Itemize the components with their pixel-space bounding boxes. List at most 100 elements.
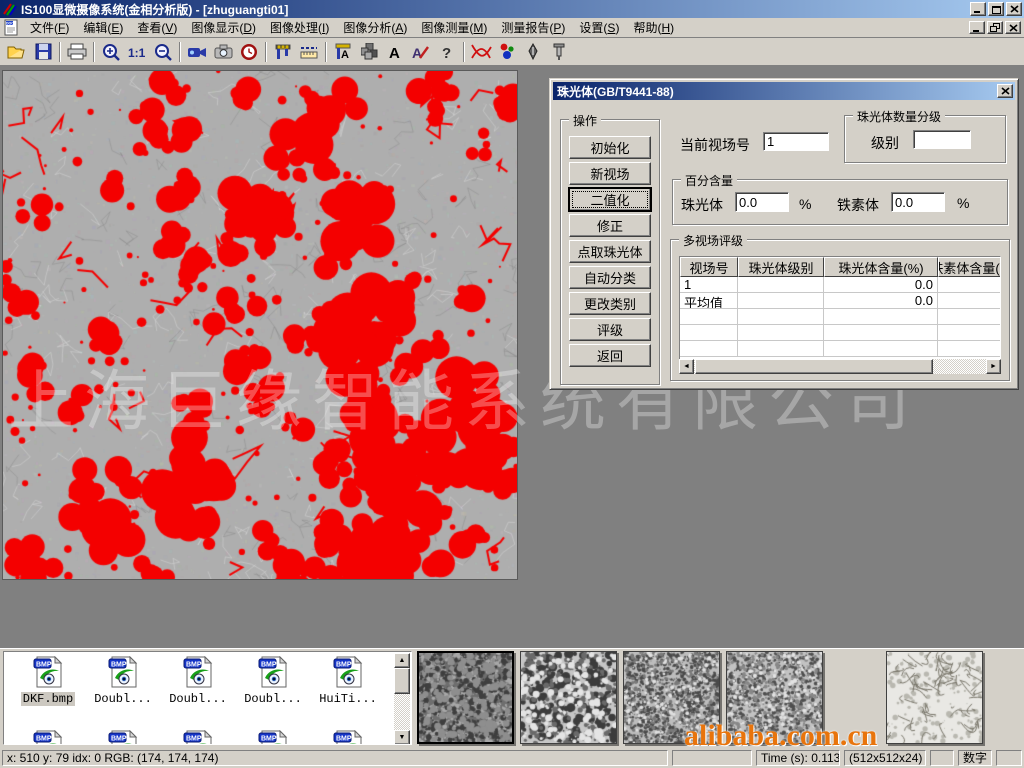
operation-buttons: 初始化 新视场 二值化 修正 点取珠光体 自动分类 更改类别 评级 返回 xyxy=(569,136,651,367)
help-button[interactable]: ? xyxy=(434,40,460,64)
pen-tool-button[interactable] xyxy=(520,40,546,64)
change-category-button[interactable]: 更改类别 xyxy=(569,292,651,315)
file-name[interactable]: Doubl... xyxy=(92,692,154,706)
particle-count-button[interactable] xyxy=(494,40,520,64)
col-pearlite-grade[interactable]: 珠光体级别 xyxy=(738,257,824,277)
caliper-icon xyxy=(274,43,292,61)
file-name[interactable]: DKF.bmp xyxy=(21,692,75,706)
mdi-close-button[interactable] xyxy=(1005,21,1021,34)
timer-button[interactable] xyxy=(236,40,262,64)
thumbnail-5[interactable] xyxy=(886,651,983,744)
table-row-empty xyxy=(680,309,1000,325)
video-capture-button[interactable] xyxy=(184,40,210,64)
save-button[interactable] xyxy=(30,40,56,64)
table-row[interactable]: 平均值 0.0 xyxy=(680,293,1000,309)
file-item-partial[interactable]: BMP xyxy=(12,730,84,745)
maximize-button[interactable] xyxy=(988,2,1004,16)
scrollbar-thumb[interactable] xyxy=(394,668,410,694)
bmp-file-icon: BMP xyxy=(31,656,65,688)
file-item-partial[interactable]: BMP xyxy=(237,730,309,745)
mdi-restore-button[interactable] xyxy=(987,21,1003,34)
menu-file[interactable]: 文件(F) xyxy=(23,17,76,38)
rate-button[interactable]: 评级 xyxy=(569,318,651,341)
correct-button[interactable]: 修正 xyxy=(569,214,651,237)
actual-size-button[interactable]: 1:1 xyxy=(124,40,150,64)
menu-settings[interactable]: 设置(S) xyxy=(572,17,626,38)
specimen-image[interactable] xyxy=(2,70,518,580)
file-item[interactable]: BMP Doubl... xyxy=(162,656,234,706)
ferrite-label: 铁素体 xyxy=(837,195,879,215)
toolbar-separator xyxy=(179,42,181,62)
zoom-in-button[interactable] xyxy=(98,40,124,64)
photo-capture-button[interactable] xyxy=(210,40,236,64)
open-button[interactable] xyxy=(4,40,30,64)
menu-image-measure[interactable]: 图像测量(M) xyxy=(414,17,494,38)
scroll-left-button[interactable]: ◄ xyxy=(679,359,694,374)
thumbnail-1[interactable] xyxy=(417,651,514,744)
table-row[interactable]: 1 0.0 xyxy=(680,277,1000,293)
toolbar-separator xyxy=(463,42,465,62)
file-item-partial[interactable]: BMP xyxy=(162,730,234,745)
table-horizontal-scrollbar[interactable]: ◄ ► xyxy=(679,359,1001,374)
pearlite-percent-input[interactable] xyxy=(735,192,789,212)
print-button[interactable] xyxy=(64,40,90,64)
dialog-close-button[interactable] xyxy=(997,84,1013,98)
scroll-right-button[interactable]: ► xyxy=(986,359,1001,374)
auto-classify-button[interactable]: 自动分类 xyxy=(569,266,651,289)
text-tool-button[interactable]: A xyxy=(382,40,408,64)
dialog-title-bar[interactable]: 珠光体(GB/T9441-88) xyxy=(553,82,1015,100)
thumbnail-4[interactable] xyxy=(726,651,823,744)
close-button[interactable] xyxy=(1006,2,1022,16)
menu-help[interactable]: 帮助(H) xyxy=(626,17,681,38)
merge-pattern-button[interactable] xyxy=(356,40,382,64)
file-browser-scrollbar[interactable]: ▲ ▼ xyxy=(394,653,410,745)
bmp-file-icon: BMP xyxy=(181,730,215,745)
document-icon[interactable]: DOC xyxy=(3,19,20,36)
current-field-input[interactable] xyxy=(763,132,829,151)
zoom-out-button[interactable] xyxy=(150,40,176,64)
bmp-file-icon: BMP xyxy=(256,730,290,745)
thumbnail-3[interactable] xyxy=(623,651,720,744)
grading-group: 珠光体数量分级 级别 xyxy=(844,115,1006,163)
scroll-up-button[interactable]: ▲ xyxy=(394,653,410,668)
svg-text:BMP: BMP xyxy=(186,662,202,669)
file-item[interactable]: BMPDoubl... xyxy=(237,656,309,706)
ferrite-percent-input[interactable] xyxy=(891,192,945,212)
file-name[interactable]: HuiTi... xyxy=(317,692,379,706)
pick-pearlite-button[interactable]: 点取珠光体 xyxy=(569,240,651,263)
file-item-partial[interactable]: BMP xyxy=(312,730,384,745)
scale-calibration-button[interactable]: A xyxy=(330,40,356,64)
file-name[interactable]: Doubl... xyxy=(167,692,229,706)
file-item[interactable]: BMPHuiTi... xyxy=(312,656,384,706)
menu-edit[interactable]: 编辑(E) xyxy=(76,17,130,38)
menu-image-processing[interactable]: 图像处理(I) xyxy=(263,17,336,38)
mdi-minimize-button[interactable] xyxy=(969,21,985,34)
new-field-button[interactable]: 新视场 xyxy=(569,162,651,185)
fill-tool-button[interactable] xyxy=(546,40,572,64)
file-item[interactable]: BMPDoubl... xyxy=(87,656,159,706)
file-name[interactable]: Doubl... xyxy=(242,692,304,706)
initialize-button[interactable]: 初始化 xyxy=(569,136,651,159)
curve-tool-button[interactable] xyxy=(468,40,494,64)
return-button[interactable]: 返回 xyxy=(569,344,651,367)
level-input[interactable] xyxy=(913,130,971,149)
caliper-measure-button[interactable] xyxy=(270,40,296,64)
menu-view[interactable]: 查看(V) xyxy=(130,17,184,38)
caliper-text-icon: A xyxy=(334,43,352,61)
file-item-partial[interactable]: BMP xyxy=(87,730,159,745)
menu-image-display[interactable]: 图像显示(D) xyxy=(184,17,263,38)
menu-measure-report[interactable]: 测量报告(P) xyxy=(494,17,572,38)
file-item[interactable]: BMP DKF.bmp xyxy=(12,656,84,706)
annotate-tool-button[interactable]: A xyxy=(408,40,434,64)
col-field-number[interactable]: 视场号 xyxy=(680,257,738,277)
binarize-button[interactable]: 二值化 xyxy=(569,188,651,211)
thumbnail-2[interactable] xyxy=(520,651,617,744)
distance-measure-button[interactable] xyxy=(296,40,322,64)
menu-image-analysis[interactable]: 图像分析(A) xyxy=(336,17,414,38)
minimize-button[interactable] xyxy=(970,2,986,16)
col-ferrite-content[interactable]: 铁素体含量(%) xyxy=(938,257,1001,277)
col-pearlite-content[interactable]: 珠光体含量(%) xyxy=(824,257,938,277)
scrollbar-thumb[interactable] xyxy=(695,359,933,374)
scroll-down-button[interactable]: ▼ xyxy=(394,730,410,745)
multi-field-table[interactable]: 视场号 珠光体级别 珠光体含量(%) 铁素体含量(%) 1 0.0 平均值 xyxy=(679,256,1001,372)
